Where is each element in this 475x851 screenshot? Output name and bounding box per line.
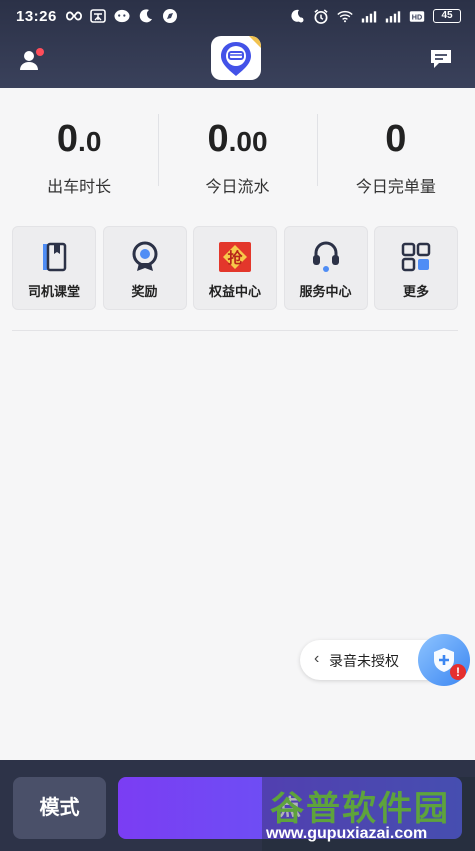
moon-icon: [138, 8, 154, 24]
stat-value-decimal: .00: [228, 126, 268, 157]
medal-icon: [127, 239, 163, 275]
stat-label: 出车时长: [47, 179, 112, 196]
stat-today-orders[interactable]: 0 今日完单量: [316, 108, 475, 196]
stats-panel: 0.0 出车时长 0.00 今日流水 0 今日完单量: [0, 108, 475, 196]
headset-icon: [308, 239, 344, 275]
watermark-url: www.gupuxiazai.com: [266, 825, 428, 842]
infinity-icon: [66, 8, 82, 24]
hd-icon: HD: [409, 8, 425, 24]
stat-value-main: 0: [385, 118, 407, 160]
compass-icon: [162, 8, 178, 24]
shortcut-label: 司机课堂: [27, 284, 80, 299]
driver-app-logo: [211, 36, 261, 80]
shortcut-grid: 司机课堂 奖励 抢 权益中心 服务中心 更多: [12, 226, 458, 312]
grid-icon: [398, 239, 434, 275]
header-nav: [0, 34, 475, 88]
shortcut-label: 奖励: [131, 284, 158, 299]
stat-today-revenue[interactable]: 0.00 今日流水: [158, 108, 316, 196]
svg-text:HD: HD: [412, 12, 422, 21]
shortcut-service-center[interactable]: 服务中心: [283, 226, 368, 310]
divider: [12, 330, 458, 331]
stat-value-main: 0: [56, 118, 79, 160]
shortcut-more[interactable]: 更多: [374, 226, 458, 310]
shortcut-driver-class[interactable]: 司机课堂: [12, 226, 96, 310]
user-icon[interactable]: [18, 46, 46, 74]
status-bar: 13:26 HD 45: [0, 0, 475, 34]
shortcut-benefits[interactable]: 抢 权益中心: [193, 226, 277, 310]
stat-value-main: 0: [207, 118, 229, 160]
grab-badge-text: 抢: [227, 248, 243, 267]
book-icon: [36, 239, 72, 275]
recording-label: 录音未授权: [329, 653, 399, 669]
dnd-icon: [289, 8, 305, 24]
battery-icon: 45: [433, 9, 461, 23]
mode-button[interactable]: 模式: [13, 777, 106, 839]
warning-badge: !: [450, 664, 466, 680]
watermark: 谷普软件园 www.gupuxiazai.com: [262, 777, 475, 851]
watermark-title: 谷普软件园: [270, 790, 450, 828]
signal-4g-icon-2: [385, 8, 401, 24]
message-icon[interactable]: [429, 48, 453, 70]
shortcut-label: 权益中心: [208, 284, 261, 299]
alarm-icon: [313, 8, 329, 24]
status-time: 13:26: [16, 8, 57, 25]
wechat-icon: [114, 8, 130, 24]
translate-icon: [90, 8, 106, 24]
stat-value-decimal: .0: [78, 126, 102, 157]
shortcut-label: 服务中心: [299, 284, 352, 299]
stat-label: 今日流水: [205, 179, 270, 196]
recording-permission-pill[interactable]: ‹ 录音未授权 !: [300, 634, 470, 686]
top-bar: 13:26 HD 45: [0, 0, 475, 88]
signal-4g-icon: [361, 8, 377, 24]
shortcut-rewards[interactable]: 奖励: [102, 226, 187, 310]
stat-label: 今日完单量: [355, 179, 436, 196]
shortcut-label: 更多: [402, 284, 429, 299]
chevron-left-icon: ‹: [314, 650, 320, 667]
stat-online-duration[interactable]: 0.0 出车时长: [0, 108, 158, 196]
grab-badge-icon: 抢: [217, 239, 253, 275]
wifi-icon: [337, 8, 353, 24]
